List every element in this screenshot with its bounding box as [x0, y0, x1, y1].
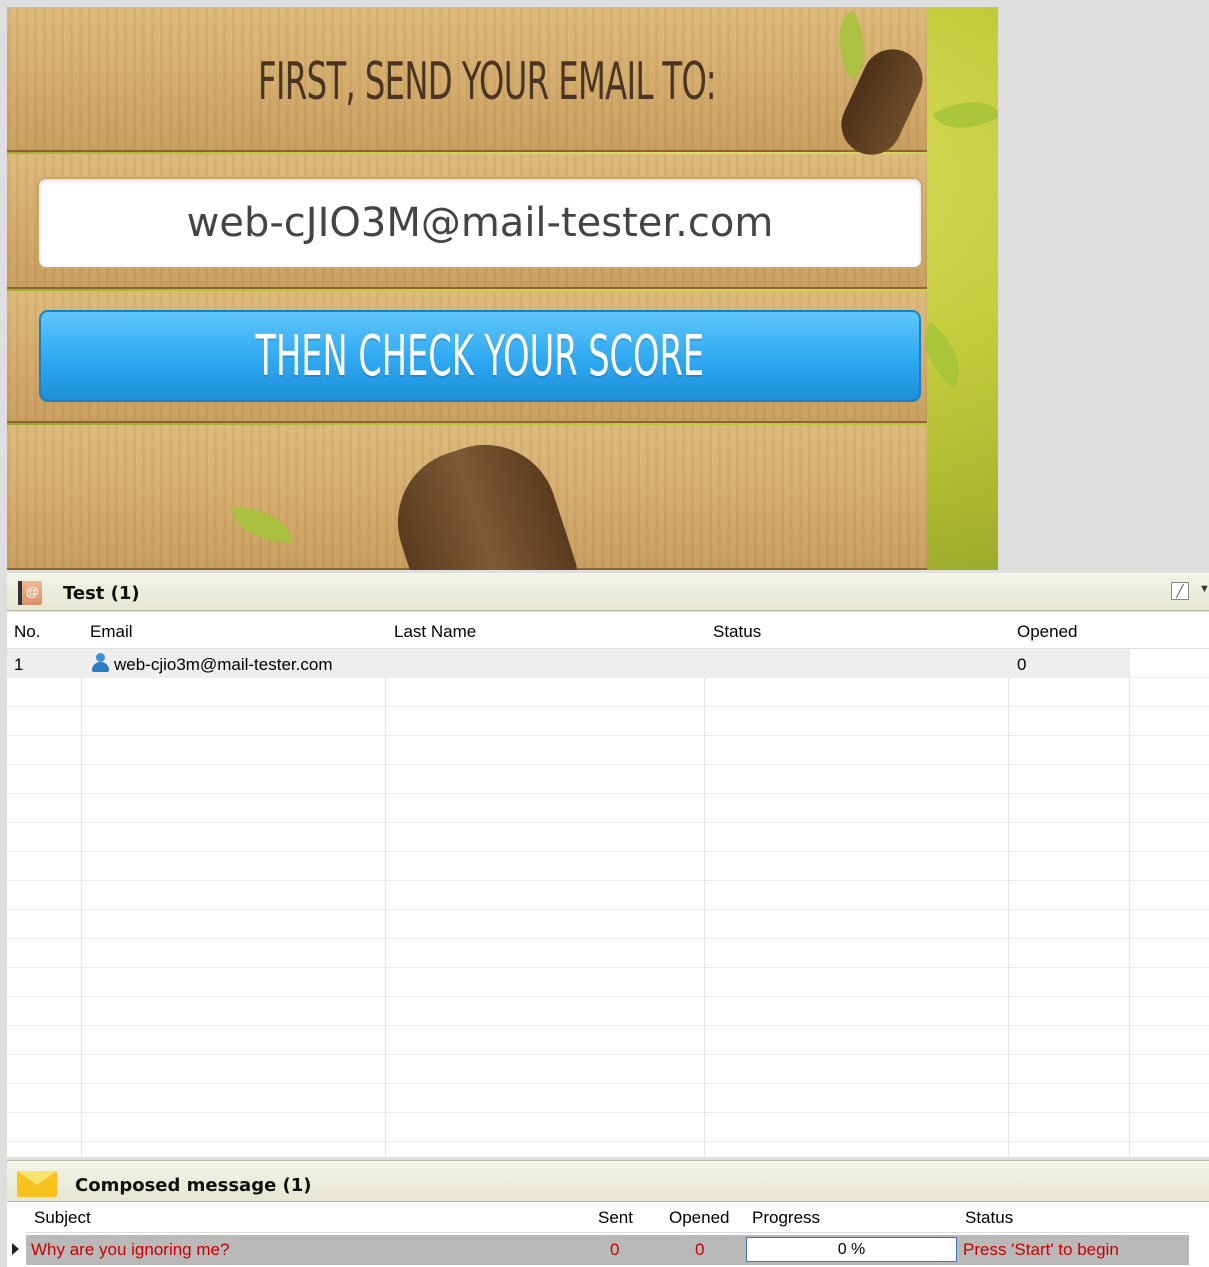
- composed-message-title: Composed message (1): [75, 1175, 312, 1196]
- column-header-last-name[interactable]: Last Name: [394, 622, 476, 642]
- message-status: Press 'Start' to begin: [963, 1240, 1119, 1259]
- column-header-opened[interactable]: Opened: [669, 1208, 730, 1228]
- column-header-opened[interactable]: Opened: [1017, 622, 1078, 642]
- banner-headline: First, send your email to:: [258, 52, 717, 112]
- message-subject: Why are you ignoring me?: [31, 1240, 230, 1259]
- column-header-progress[interactable]: Progress: [752, 1208, 820, 1228]
- check-score-label: Then check your score: [255, 323, 705, 389]
- progress-label: 0 %: [837, 1241, 866, 1258]
- column-header-subject[interactable]: Subject: [34, 1208, 91, 1228]
- address-book-icon: @: [18, 581, 44, 605]
- edit-icon[interactable]: ╱: [1171, 582, 1189, 600]
- column-header-status[interactable]: Status: [965, 1208, 1013, 1228]
- row-opened: 0: [1017, 655, 1027, 674]
- envelope-icon: [17, 1171, 57, 1197]
- contact-grid-header: No. Email Last Name Status Opened: [7, 612, 1209, 649]
- progress-bar: 0 %: [746, 1237, 957, 1262]
- contact-grid[interactable]: No. Email Last Name Status Opened 1 web-…: [7, 612, 1209, 1157]
- message-grid[interactable]: Subject Sent Opened Progress Status Why …: [7, 1202, 1209, 1267]
- composed-message-header: Composed message (1): [7, 1160, 1209, 1202]
- message-opened-count: 0: [695, 1240, 705, 1259]
- row-number: 1: [14, 655, 24, 674]
- column-header-sent[interactable]: Sent: [598, 1208, 633, 1228]
- column-header-status[interactable]: Status: [713, 622, 761, 642]
- chevron-down-icon[interactable]: ▼: [1199, 583, 1209, 595]
- check-score-button[interactable]: Then check your score: [39, 310, 921, 402]
- message-grid-header: Subject Sent Opened Progress Status: [26, 1202, 1189, 1233]
- leaf-decoration: [932, 84, 998, 146]
- message-sent-count: 0: [610, 1240, 620, 1259]
- contact-list-title: Test (1): [63, 583, 140, 604]
- column-header-email[interactable]: Email: [90, 622, 133, 642]
- row-email: web-cjio3m@mail-tester.com: [114, 655, 333, 674]
- column-header-no[interactable]: No.: [14, 622, 40, 642]
- test-email-address[interactable]: web-cJIO3M@mail-tester.com: [37, 177, 923, 269]
- contact-list-header: @ Test (1) ╱ ▼: [7, 573, 1209, 611]
- person-icon: [91, 653, 109, 673]
- mail-tester-banner: First, send your email to: web-cJIO3M@ma…: [7, 7, 998, 570]
- message-row[interactable]: Why are you ignoring me? 0 0 Press 'Star…: [26, 1235, 1189, 1265]
- row-pointer-icon: [12, 1243, 19, 1255]
